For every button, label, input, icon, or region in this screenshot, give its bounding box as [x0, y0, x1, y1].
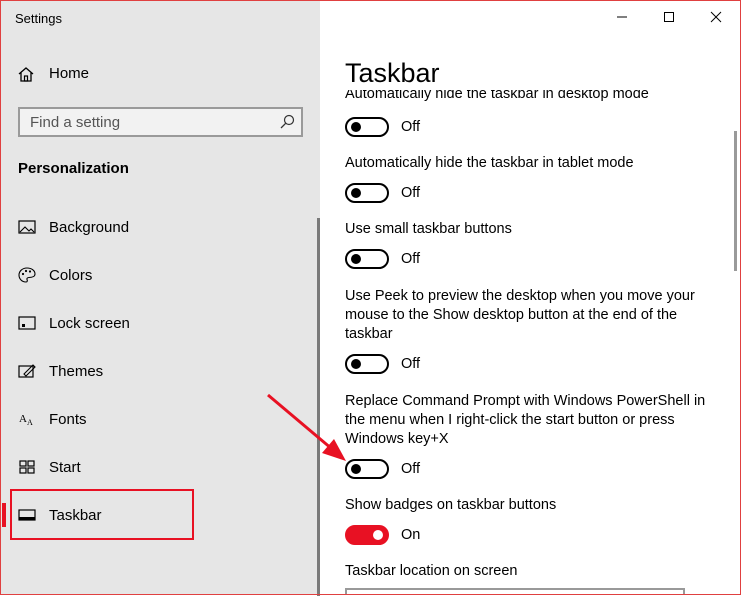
- main-pane: Taskbar Automatically hide the taskbar i…: [321, 1, 739, 594]
- sidebar-item-label: Taskbar: [49, 506, 102, 524]
- toggle-state: Off: [401, 356, 421, 372]
- app-title: Settings: [15, 11, 62, 26]
- window-controls: [598, 1, 739, 33]
- toggle-state: Off: [401, 251, 421, 267]
- home-icon: [18, 66, 34, 82]
- sidebar-item-label: Start: [49, 458, 81, 476]
- toggle-switch[interactable]: [345, 459, 389, 479]
- toggle-state: Off: [401, 119, 421, 135]
- themes-icon: [17, 363, 37, 379]
- svg-text:A: A: [19, 413, 27, 425]
- toggle-switch[interactable]: [345, 525, 389, 545]
- toggle-small-buttons[interactable]: Off: [345, 248, 420, 270]
- minimize-button[interactable]: [598, 1, 645, 33]
- palette-icon: [17, 267, 37, 283]
- toggle-switch[interactable]: [345, 183, 389, 203]
- toggle-state: On: [401, 527, 421, 543]
- home-label: Home: [49, 65, 90, 82]
- setting-label: Use Peek to preview the desktop when you…: [345, 288, 695, 342]
- svg-text:A: A: [27, 418, 33, 427]
- sidebar-item-label: Colors: [49, 266, 93, 284]
- location-label: Taskbar location on screen: [345, 563, 518, 579]
- home-link[interactable]: Home: [17, 65, 89, 82]
- maximize-icon: [663, 12, 674, 22]
- page-title: Taskbar: [345, 58, 440, 88]
- sidebar-item-start[interactable]: Start: [17, 454, 81, 480]
- lock-screen-icon: [17, 315, 37, 331]
- setting-label: Automatically hide the taskbar in tablet…: [345, 155, 634, 171]
- sidebar-item-themes[interactable]: Themes: [17, 358, 103, 384]
- sidebar-item-fonts[interactable]: AA Fonts: [17, 406, 87, 432]
- setting-label: Show badges on taskbar buttons: [345, 497, 557, 513]
- toggle-badges[interactable]: On: [345, 524, 420, 546]
- setting-label: Use small taskbar buttons: [345, 221, 512, 237]
- toggle-switch[interactable]: [345, 354, 389, 374]
- sidebar-item-label: Background: [49, 218, 130, 236]
- taskbar-icon: [17, 507, 37, 523]
- sidebar-scrollbar[interactable]: [317, 218, 320, 596]
- search-box[interactable]: [18, 107, 303, 137]
- sidebar-item-colors[interactable]: Colors: [17, 262, 92, 288]
- location-dropdown[interactable]: [345, 588, 685, 594]
- search-input[interactable]: [20, 109, 270, 135]
- toggle-hide-desktop[interactable]: Off: [345, 116, 420, 138]
- sidebar-item-taskbar[interactable]: Taskbar: [17, 502, 102, 528]
- setting-label: Replace Command Prompt with Windows Powe…: [345, 393, 706, 447]
- search-icon[interactable]: [279, 114, 295, 130]
- toggle-state: Off: [401, 461, 421, 477]
- close-icon: [710, 11, 721, 23]
- sidebar: Settings Home Personalization Background…: [1, 1, 320, 596]
- toggle-switch[interactable]: [345, 249, 389, 269]
- sidebar-item-background[interactable]: Background: [17, 214, 129, 240]
- sidebar-item-label: Lock screen: [49, 314, 130, 332]
- picture-icon: [17, 219, 37, 235]
- toggle-powershell[interactable]: Off: [345, 458, 420, 480]
- toggle-peek[interactable]: Off: [345, 353, 420, 375]
- maximize-button[interactable]: [645, 1, 692, 33]
- fonts-icon: AA: [17, 411, 37, 427]
- close-button[interactable]: [692, 1, 739, 33]
- section-heading: Personalization: [18, 160, 129, 177]
- toggle-switch[interactable]: [345, 117, 389, 137]
- toggle-hide-tablet[interactable]: Off: [345, 182, 420, 204]
- main-scrollbar[interactable]: [734, 131, 737, 271]
- toggle-state: Off: [401, 185, 421, 201]
- minimize-icon: [616, 16, 627, 18]
- sidebar-item-label: Fonts: [49, 410, 87, 428]
- start-icon: [17, 459, 37, 475]
- setting-label: Automatically hide the taskbar in deskto…: [345, 90, 649, 102]
- sidebar-item-lock-screen[interactable]: Lock screen: [17, 310, 130, 336]
- selection-indicator: [2, 503, 6, 527]
- sidebar-item-label: Themes: [49, 362, 104, 380]
